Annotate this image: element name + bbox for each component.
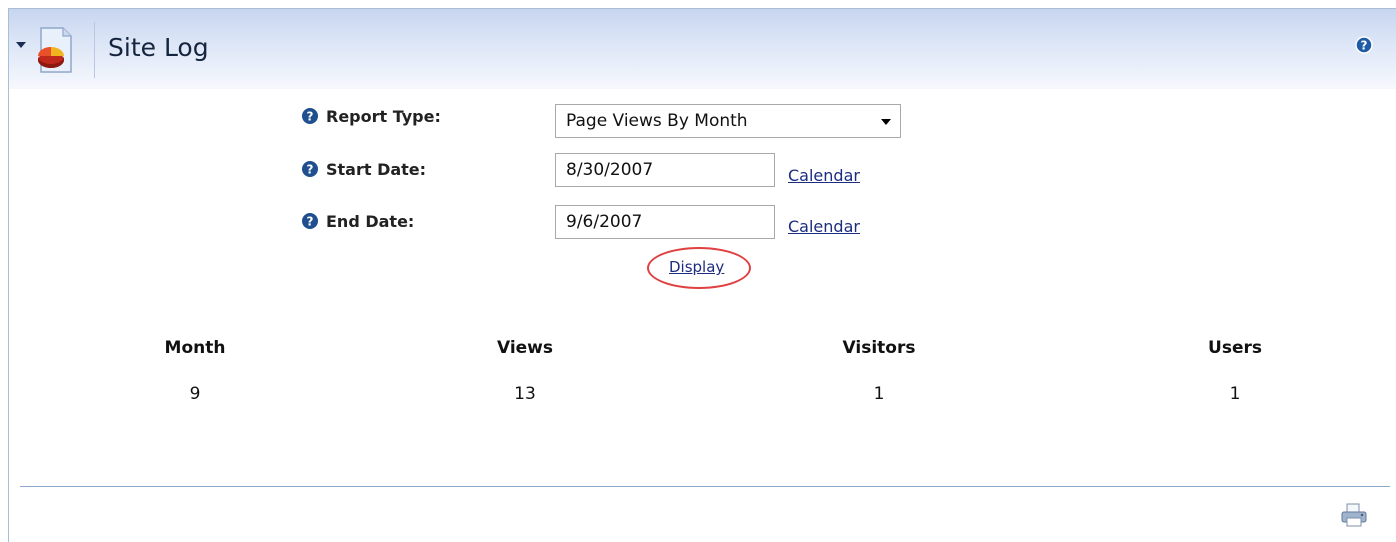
print-icon[interactable] xyxy=(1340,503,1368,527)
help-icon[interactable]: ? xyxy=(1355,36,1373,54)
table-cell-visitors: 1 xyxy=(873,384,885,404)
help-icon[interactable]: ? xyxy=(301,107,319,125)
title-divider xyxy=(94,22,95,78)
footer-divider xyxy=(20,486,1390,487)
display-link[interactable]: Display xyxy=(669,258,724,276)
module-titlebar xyxy=(9,9,1396,89)
dropdown-arrow-icon[interactable] xyxy=(881,119,891,125)
pie-chart-icon xyxy=(38,27,72,73)
svg-text:?: ? xyxy=(307,215,314,229)
module-title: Site Log xyxy=(108,33,209,62)
start-calendar-link[interactable]: Calendar xyxy=(788,166,860,185)
end-date-label: End Date: xyxy=(326,212,415,231)
report-type-select[interactable]: Page Views By Month xyxy=(555,104,901,138)
report-type-value: Page Views By Month xyxy=(566,111,748,131)
column-header-month: Month xyxy=(164,338,226,358)
table-cell-users: 1 xyxy=(1229,384,1241,404)
help-icon[interactable]: ? xyxy=(301,212,319,230)
svg-text:?: ? xyxy=(307,110,314,124)
chevron-down-icon[interactable] xyxy=(16,42,26,48)
svg-text:?: ? xyxy=(307,163,314,177)
report-type-label: Report Type: xyxy=(326,107,441,126)
table-cell-month: 9 xyxy=(189,384,201,404)
end-calendar-link[interactable]: Calendar xyxy=(788,217,860,236)
end-date-input[interactable] xyxy=(555,205,775,239)
column-header-views: Views xyxy=(496,338,554,358)
table-cell-views: 13 xyxy=(514,384,536,404)
start-date-label: Start Date: xyxy=(326,160,427,179)
start-date-input[interactable] xyxy=(555,153,775,187)
column-header-users: Users xyxy=(1208,338,1262,358)
svg-text:?: ? xyxy=(1361,39,1368,53)
help-icon[interactable]: ? xyxy=(301,160,319,178)
column-header-visitors: Visitors xyxy=(842,338,916,358)
